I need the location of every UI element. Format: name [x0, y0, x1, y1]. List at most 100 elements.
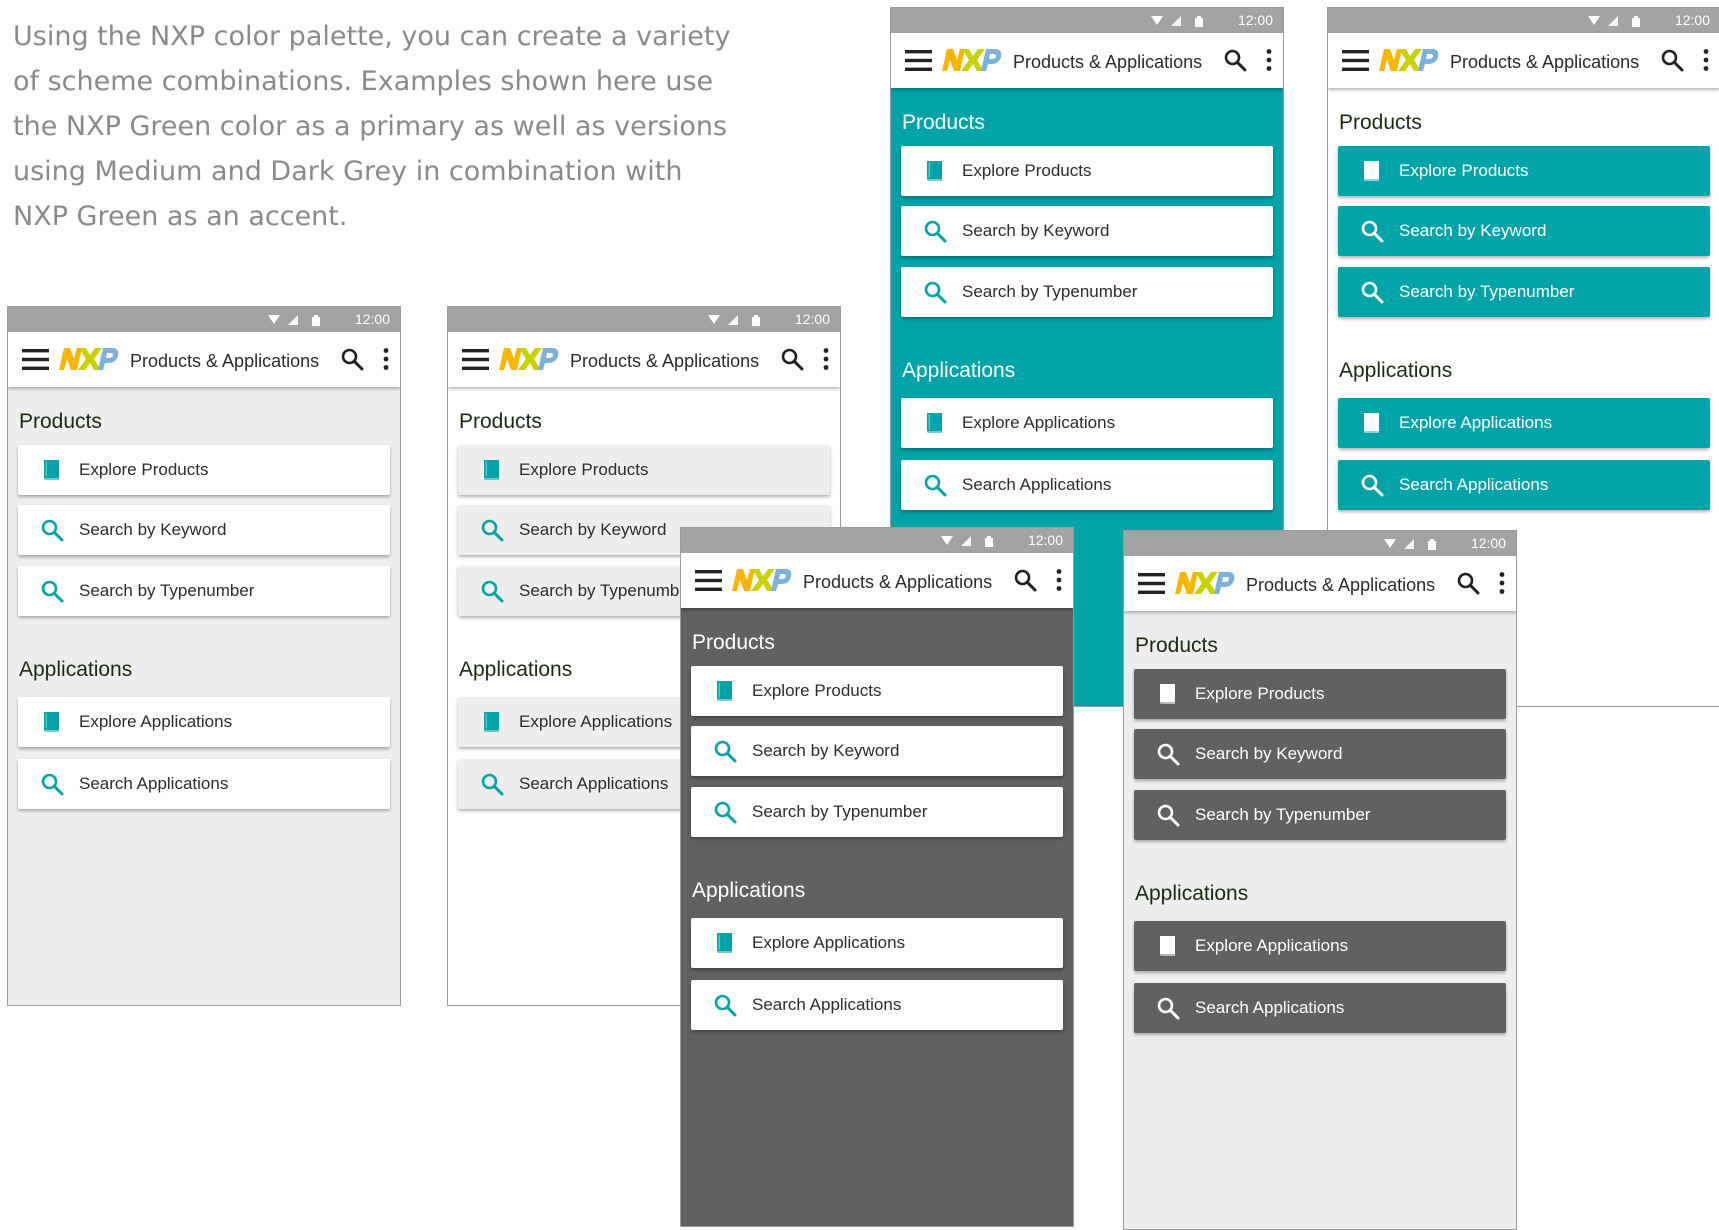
- menu-icon[interactable]: [462, 349, 489, 370]
- button-label: Search Applications: [962, 475, 1112, 494]
- search-applications-button[interactable]: Search Applications: [1338, 460, 1710, 510]
- app-bar: Products & Applications: [448, 332, 840, 387]
- menu-icon[interactable]: [905, 50, 932, 71]
- book-icon: [923, 411, 947, 435]
- search-icon: [480, 579, 504, 603]
- status-bar: 12:00: [891, 8, 1283, 33]
- status-icons: [1588, 15, 1644, 27]
- app-title: Products & Applications: [1013, 52, 1203, 72]
- explore-applications-button[interactable]: Explore Applications: [691, 918, 1063, 968]
- explore-applications-button[interactable]: Explore Applications: [1134, 921, 1506, 971]
- button-label: Search by Typenumber: [752, 802, 928, 821]
- search-applications-button[interactable]: Search Applications: [691, 980, 1063, 1030]
- button-label: Search by Typenumber: [962, 282, 1138, 301]
- book-icon: [1156, 682, 1180, 706]
- more-vert-icon[interactable]: [382, 347, 390, 371]
- applications-heading: Applications: [902, 359, 1016, 382]
- search-by-typenumber-button[interactable]: Search by Typenumber: [1338, 267, 1710, 317]
- search-applications-button[interactable]: Search Applications: [901, 460, 1273, 510]
- products-heading: Products: [692, 631, 775, 654]
- status-icons: [941, 535, 997, 547]
- status-time: 12:00: [794, 311, 830, 327]
- button-label: Explore Products: [519, 460, 649, 479]
- button-label: Search Applications: [1399, 475, 1549, 494]
- more-vert-icon[interactable]: [1702, 48, 1710, 72]
- menu-icon[interactable]: [22, 349, 49, 370]
- explore-products-button[interactable]: Explore Products: [1338, 146, 1710, 196]
- content-area: Products Explore Products Search by Keyw…: [8, 387, 400, 1005]
- button-label: Search by Keyword: [519, 520, 667, 539]
- search-icon: [923, 280, 947, 304]
- explore-products-button[interactable]: Explore Products: [18, 445, 390, 495]
- menu-icon[interactable]: [1138, 573, 1165, 594]
- applications-heading: Applications: [1135, 882, 1249, 905]
- explore-applications-button[interactable]: Explore Applications: [901, 398, 1273, 448]
- nxp-logo-icon: [730, 567, 792, 593]
- search-by-keyword-button[interactable]: Search by Keyword: [901, 206, 1273, 256]
- app-bar: Products & Applications: [891, 33, 1283, 88]
- search-icon: [40, 772, 64, 796]
- app-title: Products & Applications: [1246, 575, 1436, 595]
- book-icon: [1156, 934, 1180, 958]
- search-icon: [923, 219, 947, 243]
- more-vert-icon[interactable]: [1265, 48, 1273, 72]
- search-by-typenumber-button[interactable]: Search by Typenumber: [901, 267, 1273, 317]
- status-time: 12:00: [1237, 12, 1273, 28]
- search-icon: [1360, 473, 1384, 497]
- menu-icon[interactable]: [1342, 50, 1369, 71]
- nxp-logo-icon: [497, 346, 559, 372]
- search-applications-button[interactable]: Search Applications: [1134, 983, 1506, 1033]
- explore-applications-button[interactable]: Explore Applications: [1338, 398, 1710, 448]
- search-by-typenumber-button[interactable]: Search by Typenumber: [1134, 790, 1506, 840]
- more-vert-icon[interactable]: [822, 347, 830, 371]
- applications-heading: Applications: [459, 658, 573, 681]
- search-by-keyword-button[interactable]: Search by Keyword: [1338, 206, 1710, 256]
- status-bar: 12:00: [1328, 8, 1719, 33]
- search-icon[interactable]: [1223, 48, 1247, 72]
- button-label: Explore Applications: [962, 413, 1116, 432]
- search-icon[interactable]: [340, 347, 364, 371]
- explore-products-button[interactable]: Explore Products: [1134, 669, 1506, 719]
- search-icon[interactable]: [1013, 568, 1037, 592]
- button-label: Explore Products: [79, 460, 209, 479]
- products-heading: Products: [902, 111, 985, 134]
- search-by-keyword-button[interactable]: Search by Keyword: [18, 505, 390, 555]
- search-icon: [1360, 280, 1384, 304]
- search-by-keyword-button[interactable]: Search by Keyword: [1134, 729, 1506, 779]
- more-vert-icon[interactable]: [1498, 571, 1506, 595]
- search-by-keyword-button[interactable]: Search by Keyword: [691, 726, 1063, 776]
- search-applications-button[interactable]: Search Applications: [18, 759, 390, 809]
- app-title: Products & Applications: [570, 351, 760, 371]
- book-icon: [713, 679, 737, 703]
- button-label: Explore Products: [1399, 161, 1529, 180]
- search-icon: [1156, 803, 1180, 827]
- search-icon: [480, 518, 504, 542]
- nxp-logo-icon: [1377, 47, 1439, 73]
- phone-mockup-grey: 12:00 Products & Applications Products E…: [7, 306, 401, 1006]
- button-label: Explore Products: [752, 681, 882, 700]
- button-label: Explore Applications: [1399, 413, 1553, 432]
- explore-products-button[interactable]: Explore Products: [458, 445, 830, 495]
- button-label: Search by Keyword: [79, 520, 227, 539]
- button-label: Explore Applications: [752, 933, 906, 952]
- explore-products-button[interactable]: Explore Products: [901, 146, 1273, 196]
- status-icons: [1384, 538, 1440, 550]
- applications-heading: Applications: [19, 658, 133, 681]
- nxp-logo-icon: [57, 346, 119, 372]
- book-icon: [480, 458, 504, 482]
- more-vert-icon[interactable]: [1055, 568, 1063, 592]
- explore-products-button[interactable]: Explore Products: [691, 666, 1063, 716]
- search-icon: [1156, 742, 1180, 766]
- button-label: Search Applications: [79, 774, 229, 793]
- search-by-typenumber-button[interactable]: Search by Typenumber: [691, 787, 1063, 837]
- search-icon[interactable]: [1456, 571, 1480, 595]
- explore-applications-button[interactable]: Explore Applications: [18, 697, 390, 747]
- search-icon[interactable]: [780, 347, 804, 371]
- search-icon[interactable]: [1660, 48, 1684, 72]
- status-bar: 12:00: [681, 528, 1073, 553]
- app-bar: Products & Applications: [8, 332, 400, 387]
- search-icon: [480, 772, 504, 796]
- search-by-typenumber-button[interactable]: Search by Typenumber: [18, 566, 390, 616]
- button-label: Explore Applications: [519, 712, 673, 731]
- menu-icon[interactable]: [695, 570, 722, 591]
